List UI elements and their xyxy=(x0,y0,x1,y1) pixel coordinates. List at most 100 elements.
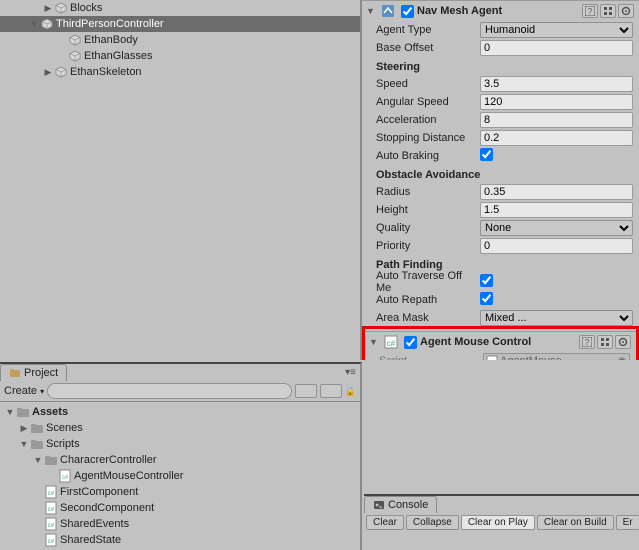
priority-input[interactable] xyxy=(480,238,633,254)
quality-select[interactable]: None xyxy=(480,220,633,236)
script-component-icon: c# xyxy=(383,334,399,350)
help-button[interactable]: ? xyxy=(582,4,598,18)
auto-repath-checkbox[interactable] xyxy=(480,292,493,305)
speed-label: Speed xyxy=(376,78,480,90)
console-tab[interactable]: Console xyxy=(364,496,437,513)
obstacle-avoidance-heading: Obstacle Avoidance xyxy=(362,165,639,183)
project-item[interactable]: c# SharedEvents xyxy=(0,516,360,532)
expand-arrow-icon[interactable] xyxy=(28,19,40,29)
angular-speed-input[interactable] xyxy=(480,94,633,110)
foldout-arrow-icon[interactable] xyxy=(369,337,381,347)
hierarchy-item[interactable]: Blocks xyxy=(0,0,360,16)
expand-arrow-icon[interactable] xyxy=(42,67,54,78)
base-offset-label: Base Offset xyxy=(376,42,480,54)
auto-repath-label: Auto Repath xyxy=(376,294,480,306)
hierarchy-item[interactable]: EthanGlasses xyxy=(0,48,360,64)
console-clear-on-play-button[interactable]: Clear on Play xyxy=(461,515,535,530)
expand-arrow-icon[interactable] xyxy=(42,3,54,14)
panel-menu-icon[interactable]: ▾≡ xyxy=(345,367,356,378)
script-icon: c# xyxy=(44,501,58,515)
project-item-label: SharedState xyxy=(60,534,121,546)
create-button[interactable]: Create ▾ xyxy=(4,385,44,397)
svg-text:c#: c# xyxy=(48,523,55,529)
console-tab-label: Console xyxy=(388,499,428,511)
save-search-button[interactable] xyxy=(320,384,342,398)
project-item-label: Scripts xyxy=(46,438,80,450)
folder-icon xyxy=(16,405,30,419)
folder-icon xyxy=(30,421,44,435)
navmesh-enabled-checkbox[interactable] xyxy=(401,5,414,18)
auto-braking-checkbox[interactable] xyxy=(480,148,493,161)
stopping-distance-label: Stopping Distance xyxy=(376,132,480,144)
script-icon: c# xyxy=(44,533,58,547)
acceleration-input[interactable] xyxy=(480,112,633,128)
project-item[interactable]: Scripts xyxy=(0,436,360,452)
foldout-arrow-icon[interactable] xyxy=(366,6,378,16)
gameobject-icon xyxy=(40,17,54,31)
svg-text:c#: c# xyxy=(48,539,55,545)
inspector-panel: Nav Mesh Agent ? Agent TypeHumanoid Base… xyxy=(362,0,639,360)
navmesh-agent-header[interactable]: Nav Mesh Agent ? xyxy=(362,0,639,21)
search-filter-button[interactable] xyxy=(295,384,317,398)
auto-traverse-label: Auto Traverse Off Me xyxy=(376,270,480,294)
agent-mouse-header[interactable]: c# Agent Mouse Control ? xyxy=(365,331,636,352)
project-item[interactable]: c#FirstComponent xyxy=(0,484,360,500)
lock-icon[interactable]: 🔒 xyxy=(345,386,356,397)
expand-arrow-icon[interactable] xyxy=(18,423,30,434)
stopping-distance-input[interactable] xyxy=(480,130,633,146)
radius-input[interactable] xyxy=(480,184,633,200)
agent-mouse-highlight: c# Agent Mouse Control ? ScriptAgentMous… xyxy=(362,326,639,360)
auto-braking-label: Auto Braking xyxy=(376,150,480,162)
gear-icon[interactable] xyxy=(615,335,631,349)
gameobject-icon xyxy=(68,33,82,47)
project-tab[interactable]: Project xyxy=(0,364,67,381)
hierarchy-item[interactable]: EthanBody xyxy=(0,32,360,48)
project-icon xyxy=(9,367,21,379)
steering-heading: Steering xyxy=(362,57,639,75)
speed-input[interactable] xyxy=(480,76,633,92)
acceleration-label: Acceleration xyxy=(376,114,480,126)
hierarchy-item[interactable]: ThirdPersonController xyxy=(0,16,360,32)
gear-icon[interactable] xyxy=(618,4,634,18)
console-clear-on-build-button[interactable]: Clear on Build xyxy=(537,515,614,530)
project-item-label: Assets xyxy=(32,406,68,418)
hierarchy-item-label: EthanGlasses xyxy=(84,50,152,62)
expand-arrow-icon[interactable] xyxy=(18,439,30,449)
project-item[interactable]: c#SecondComponent xyxy=(0,500,360,516)
gameobject-icon xyxy=(54,65,68,79)
preset-button[interactable] xyxy=(597,335,613,349)
project-item[interactable]: Assets xyxy=(0,404,360,420)
navmesh-title: Nav Mesh Agent xyxy=(417,5,581,17)
project-panel: Project ▾≡ Create ▾ 🔒 Assets Scenes Script… xyxy=(0,362,362,550)
area-mask-label: Area Mask xyxy=(376,312,480,324)
hierarchy-panel: BlocksThirdPersonControllerEthanBody Etha… xyxy=(0,0,362,360)
quality-label: Quality xyxy=(376,222,480,234)
radius-label: Radius xyxy=(376,186,480,198)
object-picker-icon[interactable]: ◉ xyxy=(617,356,627,361)
base-offset-input[interactable] xyxy=(480,40,633,56)
height-input[interactable] xyxy=(480,202,633,218)
console-er-button[interactable]: Er xyxy=(616,515,639,530)
console-clear-button[interactable]: Clear xyxy=(366,515,404,530)
expand-arrow-icon[interactable] xyxy=(32,455,44,465)
auto-traverse-checkbox[interactable] xyxy=(480,274,493,287)
agent-type-select[interactable]: Humanoid xyxy=(480,22,633,38)
help-button[interactable]: ? xyxy=(579,335,595,349)
project-toolbar: Create ▾ 🔒 xyxy=(0,381,360,402)
agent-mouse-enabled-checkbox[interactable] xyxy=(404,336,417,349)
project-item-label: SharedEvents xyxy=(60,518,129,530)
preset-button[interactable] xyxy=(600,4,616,18)
console-collapse-button[interactable]: Collapse xyxy=(406,515,459,530)
agent-mouse-title: Agent Mouse Control xyxy=(420,336,578,348)
project-item[interactable]: c# SharedState xyxy=(0,532,360,548)
project-item[interactable]: CharacrerController xyxy=(0,452,360,468)
expand-arrow-icon[interactable] xyxy=(4,407,16,417)
project-item[interactable]: Scenes xyxy=(0,420,360,436)
project-item[interactable]: c#AgentMouseController xyxy=(0,468,360,484)
area-mask-select[interactable]: Mixed ... xyxy=(480,310,633,326)
project-search-input[interactable] xyxy=(47,383,292,399)
project-item-label: SecondComponent xyxy=(60,502,154,514)
navmesh-icon xyxy=(380,3,396,19)
project-item-label: Scenes xyxy=(46,422,83,434)
hierarchy-item[interactable]: EthanSkeleton xyxy=(0,64,360,80)
